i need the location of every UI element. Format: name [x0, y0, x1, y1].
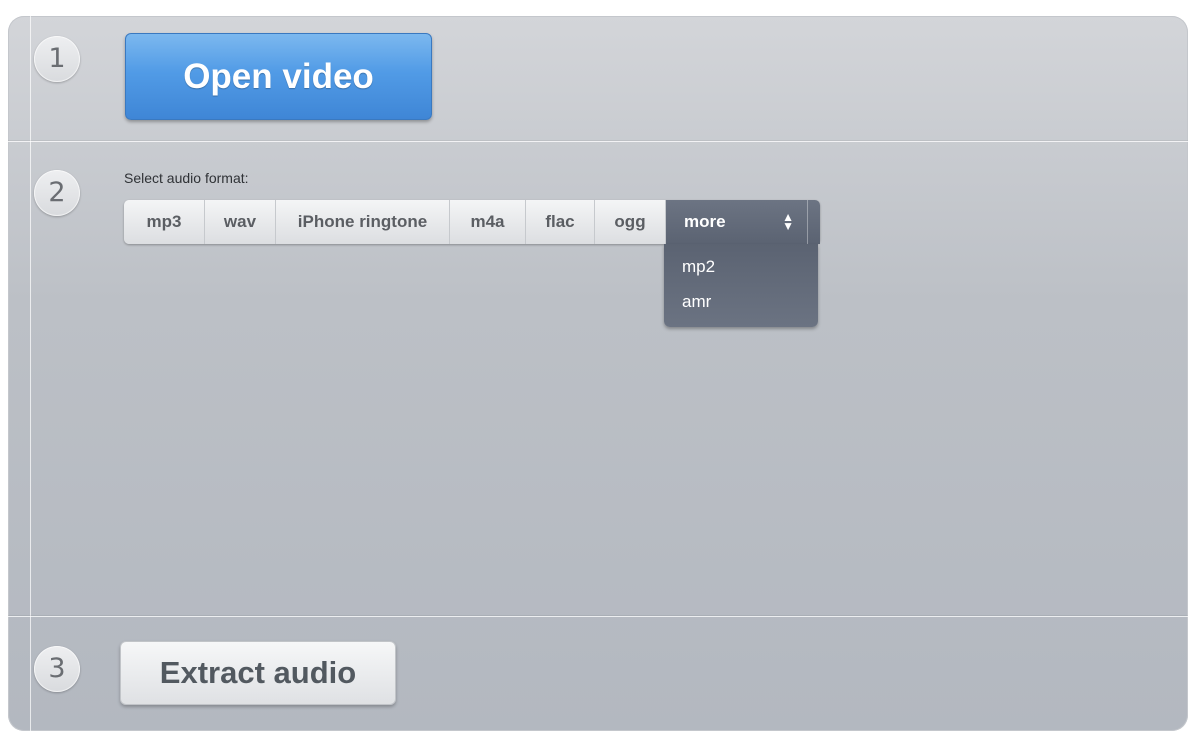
updown-arrows-icon: ▲ ▼ — [782, 210, 794, 233]
step-3-indicator: 3 — [34, 646, 80, 692]
dropdown-item-amr[interactable]: amr — [682, 292, 711, 312]
left-stripe — [30, 16, 31, 731]
dropdown-item-mp2[interactable]: mp2 — [682, 257, 715, 277]
format-more-select[interactable]: more ▲ ▼ — [666, 200, 820, 244]
section-divider-2 — [8, 616, 1188, 617]
step-2-indicator: 2 — [34, 170, 80, 216]
format-selector: mp3 wav iPhone ringtone m4a flac ogg mor… — [124, 200, 820, 244]
format-label: Select audio format: — [124, 170, 249, 186]
format-option-m4a[interactable]: m4a — [450, 200, 526, 244]
section-divider-1 — [8, 141, 1188, 142]
more-separator — [807, 200, 808, 244]
step-1-indicator: 1 — [34, 36, 80, 82]
format-option-ogg[interactable]: ogg — [595, 200, 666, 244]
format-option-mp3[interactable]: mp3 — [124, 200, 205, 244]
extract-audio-button[interactable]: Extract audio — [120, 641, 396, 705]
format-option-flac[interactable]: flac — [526, 200, 595, 244]
format-option-iphone-ringtone[interactable]: iPhone ringtone — [276, 200, 450, 244]
format-option-wav[interactable]: wav — [205, 200, 276, 244]
more-dropdown-menu: mp2 amr — [664, 244, 818, 327]
open-video-button[interactable]: Open video — [125, 33, 432, 120]
main-panel: 1 Open video 2 Select audio format: mp3 … — [8, 16, 1188, 731]
more-label: more — [684, 212, 726, 231]
